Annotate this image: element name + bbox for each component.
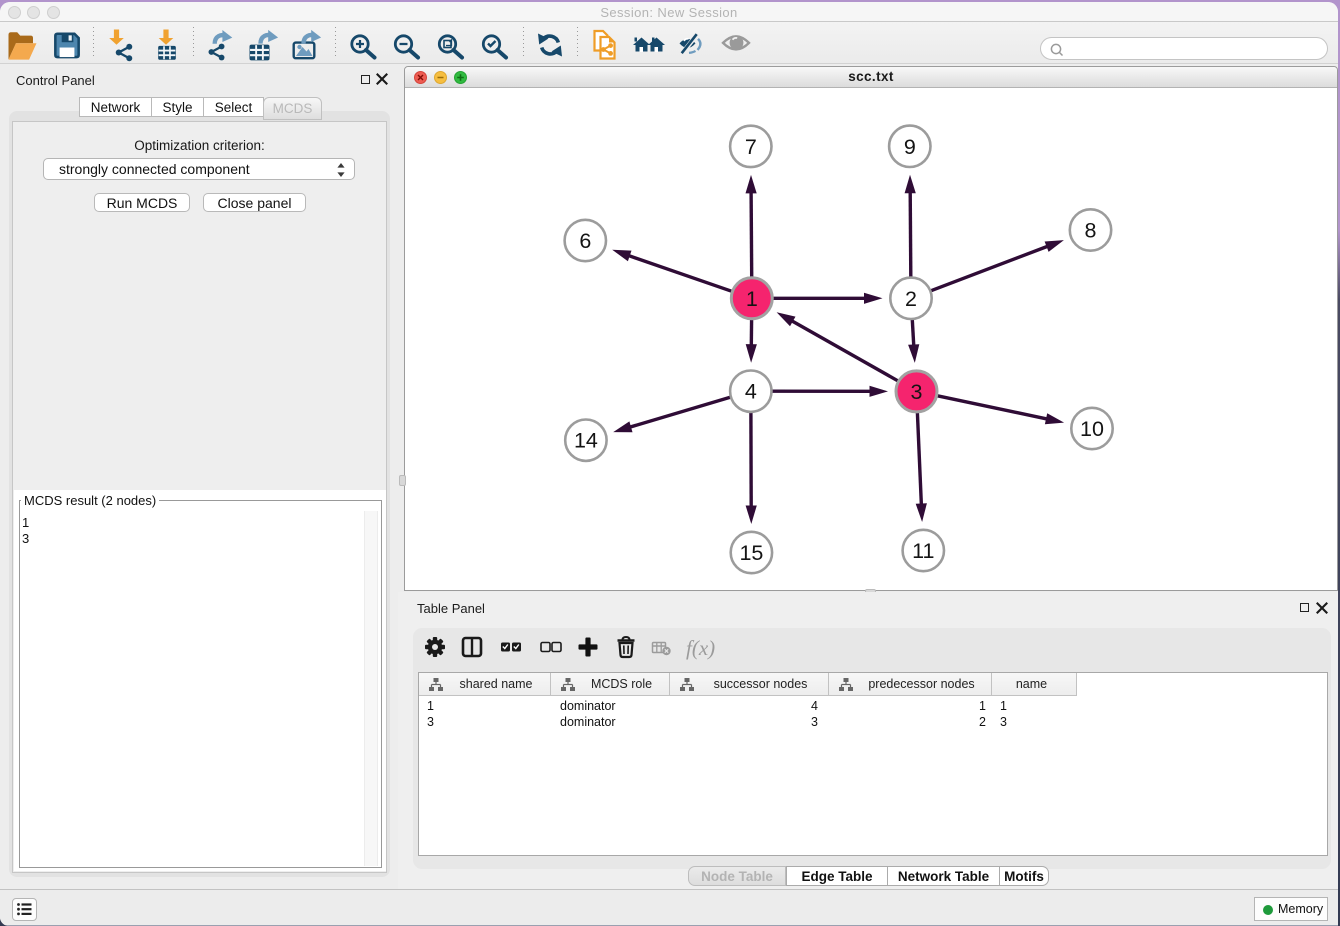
svg-text:6: 6 [579,229,591,253]
svg-text:10: 10 [1080,417,1104,441]
svg-text:7: 7 [745,135,757,159]
svg-text:9: 9 [904,135,916,159]
svg-text:11: 11 [912,539,934,563]
svg-text:3: 3 [911,380,923,404]
svg-text:1: 1 [746,287,758,311]
svg-text:15: 15 [739,541,763,565]
svg-text:4: 4 [745,380,757,404]
svg-text:8: 8 [1085,219,1097,243]
svg-text:14: 14 [574,429,598,453]
svg-text:2: 2 [905,287,917,311]
